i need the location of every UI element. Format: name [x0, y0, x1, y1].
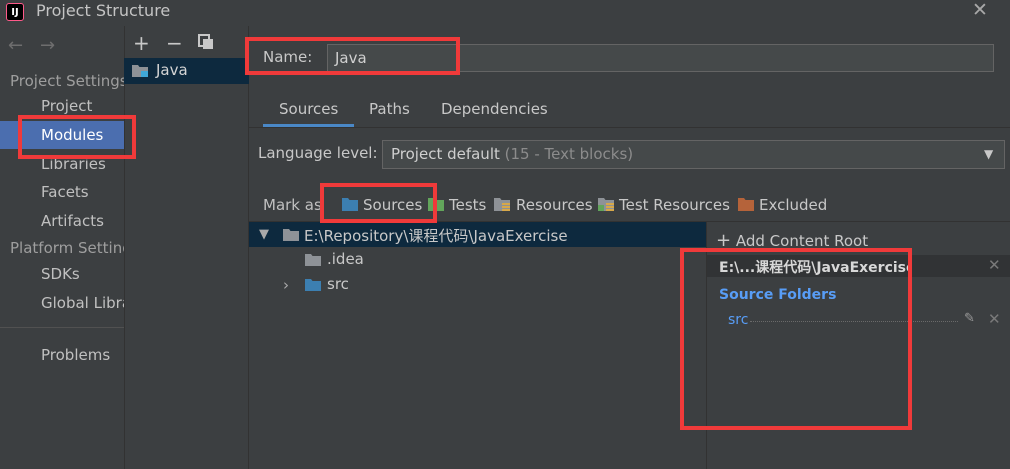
- sidebar-item-project[interactable]: Project: [0, 92, 124, 120]
- intellij-logo-icon: IJ: [6, 3, 24, 21]
- mark-as-excluded-button[interactable]: Excluded: [759, 196, 827, 214]
- content-root-title: E:\...课程代码\JavaExercise: [719, 260, 909, 276]
- copy-icon[interactable]: [198, 34, 214, 50]
- source-folder-entry[interactable]: src: [728, 312, 748, 328]
- module-label[interactable]: Java: [156, 61, 188, 79]
- sidebar-item-problems[interactable]: Problems: [0, 341, 124, 369]
- mark-as-test-resources-button[interactable]: Test Resources: [619, 196, 730, 214]
- language-level-label: Language level:: [258, 144, 378, 162]
- module-folder-icon: [132, 65, 148, 77]
- tree-root-path[interactable]: E:\Repository\课程代码\JavaExercise: [304, 225, 568, 246]
- sources-folder-icon: [342, 198, 358, 211]
- sidebar-item-sdks[interactable]: SDKs: [0, 260, 124, 288]
- back-arrow-icon[interactable]: ←: [8, 35, 23, 56]
- mark-as-label: Mark as: [263, 196, 322, 214]
- project-settings-header: Project Settings: [10, 72, 124, 90]
- folder-icon: [283, 229, 299, 241]
- language-level-select[interactable]: Project default (15 - Text blocks): [382, 140, 1005, 169]
- mark-as-tests-button[interactable]: Tests: [449, 196, 486, 214]
- remove-icon[interactable]: ✕: [988, 310, 1001, 328]
- chevron-down-icon[interactable]: ▼: [259, 227, 269, 242]
- chevron-right-icon[interactable]: ›: [283, 276, 289, 294]
- tests-folder-icon: [428, 198, 444, 211]
- edit-pencil-icon[interactable]: ✎: [964, 311, 975, 326]
- mark-as-sources-button[interactable]: Sources: [363, 196, 422, 214]
- language-level-hint: (15 - Text blocks): [504, 145, 634, 163]
- module-name-field[interactable]: Java: [327, 44, 994, 72]
- tree-item-src[interactable]: src: [327, 275, 349, 293]
- sidebar-item-artifacts[interactable]: Artifacts: [0, 207, 124, 235]
- tab-divider: [249, 127, 1010, 128]
- sidebar-divider: [0, 327, 124, 328]
- tab-dependencies[interactable]: Dependencies: [441, 100, 548, 118]
- excluded-folder-icon: [738, 198, 754, 211]
- add-content-root-button[interactable]: + Add Content Root: [716, 230, 868, 251]
- close-icon[interactable]: ✕: [972, 0, 988, 21]
- forward-arrow-icon[interactable]: →: [40, 35, 55, 56]
- resources-folder-icon: [494, 198, 510, 211]
- window-title: Project Structure: [36, 1, 171, 20]
- tree-item-idea[interactable]: .idea: [327, 250, 364, 268]
- source-folders-title: Source Folders: [719, 287, 837, 303]
- tab-paths[interactable]: Paths: [369, 100, 410, 118]
- add-icon: +: [716, 230, 732, 251]
- chevron-down-icon[interactable]: ▼: [984, 147, 993, 161]
- dotted-leader: [750, 321, 958, 322]
- close-icon[interactable]: ✕: [988, 256, 1001, 274]
- name-label: Name:: [263, 48, 313, 66]
- remove-icon[interactable]: −: [166, 31, 183, 55]
- mark-as-resources-button[interactable]: Resources: [516, 196, 593, 214]
- add-content-root-label: Add Content Root: [735, 232, 869, 250]
- sidebar-item-facets[interactable]: Facets: [0, 178, 124, 206]
- sidebar-item-global-libraries[interactable]: Global Libraries: [0, 289, 124, 317]
- sidebar-item-modules[interactable]: Modules: [0, 121, 124, 149]
- sidebar-item-libraries[interactable]: Libraries: [0, 150, 124, 178]
- folder-icon: [305, 254, 321, 266]
- test-resources-folder-icon: [598, 198, 614, 211]
- add-icon[interactable]: +: [133, 31, 150, 55]
- platform-settings-header: Platform Settings: [10, 239, 124, 257]
- language-level-value: Project default: [391, 145, 500, 163]
- tab-sources[interactable]: Sources: [279, 100, 338, 118]
- sources-folder-icon: [305, 279, 321, 291]
- module-list-panel: [124, 26, 249, 469]
